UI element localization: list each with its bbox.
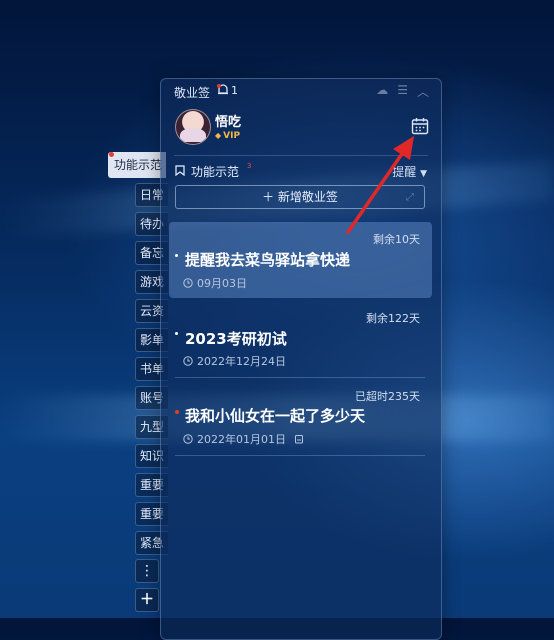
- bell-icon[interactable]: [216, 83, 230, 97]
- clock-icon: [183, 356, 193, 366]
- vip-label: VIP: [223, 131, 241, 141]
- clock-icon: [183, 434, 193, 444]
- bookmark-icon: [175, 165, 185, 176]
- window-controls: ☁ ☰ ︿: [376, 83, 429, 100]
- note-title: 2023考研初试: [185, 330, 287, 348]
- add-category-button[interactable]: ＋: [135, 588, 159, 612]
- add-note-label: ＋ 新增敬业签: [262, 190, 338, 204]
- sidebar-item-label: 功能示范: [114, 158, 163, 172]
- note-card[interactable]: 剩余122天 2023考研初试 2022年12月24日: [169, 305, 432, 389]
- note-date-text: 09月03日: [197, 277, 247, 290]
- add-note-button[interactable]: ＋ 新增敬业签 ⤢: [175, 185, 425, 209]
- note-card[interactable]: 已超时235天 我和小仙女在一起了多少天 2022年01月01日: [169, 385, 432, 469]
- clipboard-icon: [295, 435, 303, 444]
- app-title: 敬业签: [174, 86, 211, 100]
- note-title: 我和小仙女在一起了多少天: [185, 407, 366, 425]
- remind-dropdown[interactable]: 提醒 ▼: [392, 163, 427, 180]
- note-bullet-red: [175, 410, 179, 414]
- divider: [175, 377, 425, 378]
- note-date-text: 2022年12月24日: [197, 355, 286, 368]
- note-date: 2022年01月01日: [183, 431, 304, 447]
- cloud-icon[interactable]: ☁: [376, 83, 388, 100]
- notes-panel: 敬业签 1 ☁ ☰ ︿ 悟吃 ◆ VIP 功能示范 3 提醒 ▼ ＋ 新增敬业签…: [160, 78, 442, 640]
- note-date-text: 2022年01月01日: [197, 433, 286, 446]
- remaining-days: 剩余122天: [366, 312, 420, 325]
- remind-label: 提醒: [392, 165, 417, 179]
- remaining-days: 剩余10天: [373, 233, 420, 246]
- user-row: 悟吃 ◆ VIP: [161, 103, 441, 155]
- notify-count: 1: [231, 84, 238, 97]
- avatar[interactable]: [175, 109, 211, 145]
- vip-badge: ◆ VIP: [215, 131, 240, 141]
- note-bullet: [175, 332, 178, 335]
- divider: [175, 455, 425, 456]
- note-bullet: [175, 254, 178, 257]
- sidebar-item-active[interactable]: 功能示范: [108, 152, 166, 178]
- more-button[interactable]: ⋮: [135, 559, 159, 583]
- section-count: 3: [247, 162, 252, 170]
- chevron-down-icon: ▼: [420, 169, 427, 179]
- note-date: 2022年12月24日: [183, 353, 286, 369]
- note-title: 提醒我去菜鸟驿站拿快递: [185, 251, 351, 269]
- remaining-days: 已超时235天: [355, 390, 420, 403]
- menu-icon[interactable]: ☰: [397, 83, 408, 100]
- collapse-icon[interactable]: ︿: [417, 83, 429, 100]
- active-dot: [109, 152, 114, 157]
- title-bar: 敬业签 1 ☁ ☰ ︿: [161, 79, 441, 103]
- section-header: 功能示范 3 提醒 ▼: [161, 156, 441, 186]
- expand-icon[interactable]: ⤢: [406, 187, 414, 209]
- user-name: 悟吃: [215, 115, 242, 130]
- clock-icon: [183, 278, 193, 288]
- note-card[interactable]: 剩余10天 提醒我去菜鸟驿站拿快递 09月03日: [169, 222, 432, 298]
- diamond-icon: ◆: [215, 131, 222, 140]
- section-title: 功能示范: [191, 165, 240, 179]
- note-date: 09月03日: [183, 275, 247, 291]
- calendar-icon[interactable]: [411, 117, 429, 135]
